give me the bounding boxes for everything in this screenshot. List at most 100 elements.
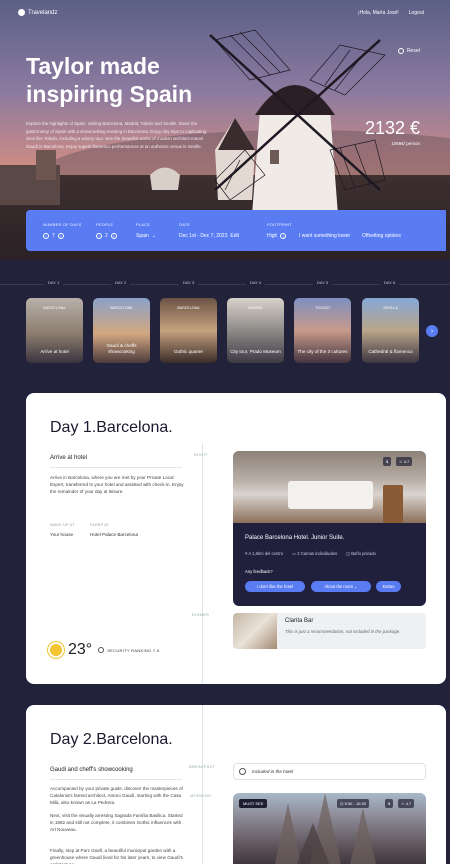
days-stepper[interactable]: − 7 + <box>43 233 64 239</box>
hotel-feature: ⌾ A 1,6km del centro <box>245 551 284 556</box>
about-room-label: About the room <box>324 584 353 589</box>
minus-icon[interactable]: − <box>96 233 102 239</box>
footprint-value-group: High i <box>267 233 287 239</box>
divider <box>50 779 182 780</box>
day-card-text: Gothic quarter <box>173 348 204 354</box>
lower-footprint-link[interactable]: I want something lower <box>299 233 350 239</box>
day-tab-4[interactable]: DAY 4 <box>246 280 266 285</box>
offsetting-options-link[interactable]: Offsetting options <box>362 233 401 239</box>
day-tab-6[interactable]: DAY 6 <box>380 280 400 285</box>
bar-description: This is just a recommendation, not inclu… <box>285 629 401 634</box>
price-per-person: 1066€/ person <box>391 141 420 146</box>
logout-link[interactable]: Logout <box>409 10 424 16</box>
day-card-4[interactable]: MADRID City tour, Prado Museum <box>227 298 284 363</box>
rating-badge: ☆ 4.7 <box>398 799 415 808</box>
activity-image[interactable]: MUST SEE ◷ 9:30 - 10:30 $ ☆ 4.7 <box>233 793 426 864</box>
day-tab-2[interactable]: DAY 2 <box>111 280 131 285</box>
days-strip: DAY 1 DAY 2 DAY 3 DAY 4 DAY 5 DAY 6 BARC… <box>0 265 450 380</box>
refresh-icon <box>397 48 404 54</box>
days-label: NUMBER OF DAYS <box>43 222 82 227</box>
minus-icon[interactable]: − <box>43 233 49 239</box>
bar-name: Clarita Bar <box>285 618 314 624</box>
people-label: PEOPLE <box>96 222 114 227</box>
bar-image <box>233 613 277 649</box>
day-tab-1[interactable]: DAY 1 <box>44 280 64 285</box>
day-subtitle: Gaudi and cheff's showcooking <box>50 767 133 773</box>
user-greeting[interactable]: ¡Hola, María José! <box>358 10 399 16</box>
day-card-city: BARCELONA <box>110 306 133 310</box>
price-badge: $ <box>383 457 392 466</box>
weather-widget: 23° SECURITY RANKING 7.5 <box>50 641 159 659</box>
day-title: Day 2.Barcelona. <box>50 731 173 748</box>
day-paragraph-3: Finally, stop at Parc Güell, a beautiful… <box>50 848 183 864</box>
day-card-2[interactable]: BARCELONA Gaudi & cheffs showcooking <box>93 298 150 363</box>
day-card-text: Cathedral & flamenco <box>368 348 413 354</box>
total-price: 2132 € <box>364 118 420 138</box>
brand-name: Travelandz <box>28 9 58 16</box>
hero-description: Explore the highlights of Spain, visitin… <box>26 121 207 149</box>
people-stepper[interactable]: − 2 + <box>96 233 117 239</box>
chevron-down-icon: ⌄ <box>151 233 156 239</box>
day-card-1[interactable]: BARCELONA Arrive at hotel <box>26 298 83 363</box>
day-card-3[interactable]: BARCELONA Gothic quarter <box>160 298 217 363</box>
date-field[interactable]: Dec 1st - Dec 7, 2023 Edit <box>179 233 239 239</box>
day-card-city: MADRID <box>248 306 263 310</box>
info-icon[interactable]: i <box>280 233 287 239</box>
tag-night: NIGHT <box>194 452 208 457</box>
place-select[interactable]: Spain ⌄ <box>136 233 156 239</box>
day-paragraph-1: Accompanied by your private guide, disco… <box>50 786 183 806</box>
next-days-button[interactable]: › <box>426 325 438 337</box>
rating-badge: ☆ 4.7 <box>396 457 413 466</box>
chevron-down-icon: ⌄ <box>354 584 358 589</box>
day-card-city: TOLEDO <box>315 306 330 310</box>
price-badge: $ <box>385 799 394 808</box>
day-card-6[interactable]: SEVILLA Cathedral & flamenco <box>362 298 419 363</box>
date-edit-link[interactable]: Edit <box>230 233 239 239</box>
bar-recommendation[interactable]: Clarita Bar This is just a recommendatio… <box>233 613 426 649</box>
place-label: PLACE <box>136 222 151 227</box>
hotel-card[interactable]: $ ☆ 4.7 Palace Barcelona Hotel. Junior S… <box>233 451 426 606</box>
reset-button[interactable]: Reset <box>397 48 420 54</box>
day-subtitle: Arrive at hotel <box>50 455 88 461</box>
hotel-features: ⌾ A 1,6km del centro ▭ 2 Camas individua… <box>245 551 376 556</box>
hero-title: Taylor made inspiring Spain <box>26 53 193 107</box>
plus-icon[interactable]: + <box>57 233 64 239</box>
brand-logo[interactable]: Travelandz <box>18 9 57 16</box>
security-ranking: SECURITY RANKING 7.5 <box>98 647 159 653</box>
date-value: Dec 1st - Dec 7, 2023 <box>179 233 228 239</box>
day-tab-5[interactable]: DAY 5 <box>313 280 333 285</box>
tag-dinner: DINNER <box>192 612 210 617</box>
day-card-city: SEVILLA <box>383 306 398 310</box>
security-text: SECURITY RANKING 7.5 <box>107 647 160 653</box>
time-value: 9:30 - 10:30 <box>344 801 366 806</box>
wake-label: WAKE UP AT <box>50 523 75 527</box>
rating-value: 4.7 <box>405 801 412 806</box>
sleep-value: Hotel Palace Barcelona <box>90 532 139 537</box>
day-card-city: BARCELONA <box>43 306 66 310</box>
place-value: Spain <box>136 233 149 239</box>
sleep-label: SLEEP AT <box>90 523 110 527</box>
dislike-hotel-button[interactable]: I don't like the hotel <box>245 581 305 592</box>
extras-button[interactable]: Extras <box>376 581 401 592</box>
tag-morning: MORNING <box>190 793 212 798</box>
sun-icon <box>50 644 62 656</box>
day-card-5[interactable]: TOLEDO The city of the 3 cultures <box>294 298 351 363</box>
day-description: Arrive in Barcelona, where you are met b… <box>50 475 184 495</box>
day-card-city: BARCELONA <box>177 306 200 310</box>
temperature: 23° <box>68 641 93 658</box>
day-tab-3[interactable]: DAY 3 <box>179 280 199 285</box>
hotel-feature: ▭ 2 Camas individuales <box>292 551 338 556</box>
about-room-button[interactable]: About the room ⌄ <box>311 581 371 592</box>
footprint-label: FOOTPRINT <box>267 222 292 227</box>
logo-icon <box>18 9 25 16</box>
feedback-question: Any feedback? <box>245 569 273 574</box>
tag-breakfast: BREAKFAST <box>189 764 216 769</box>
days-value: 7 <box>52 233 55 239</box>
reset-label: Reset <box>406 48 420 54</box>
wake-value: Your house <box>50 532 74 537</box>
plus-icon[interactable]: + <box>110 233 117 239</box>
chevron-right-icon: › <box>430 327 434 335</box>
divider <box>50 467 182 468</box>
check-icon <box>239 768 246 775</box>
day-title: Day 1.Barcelona. <box>50 419 173 436</box>
